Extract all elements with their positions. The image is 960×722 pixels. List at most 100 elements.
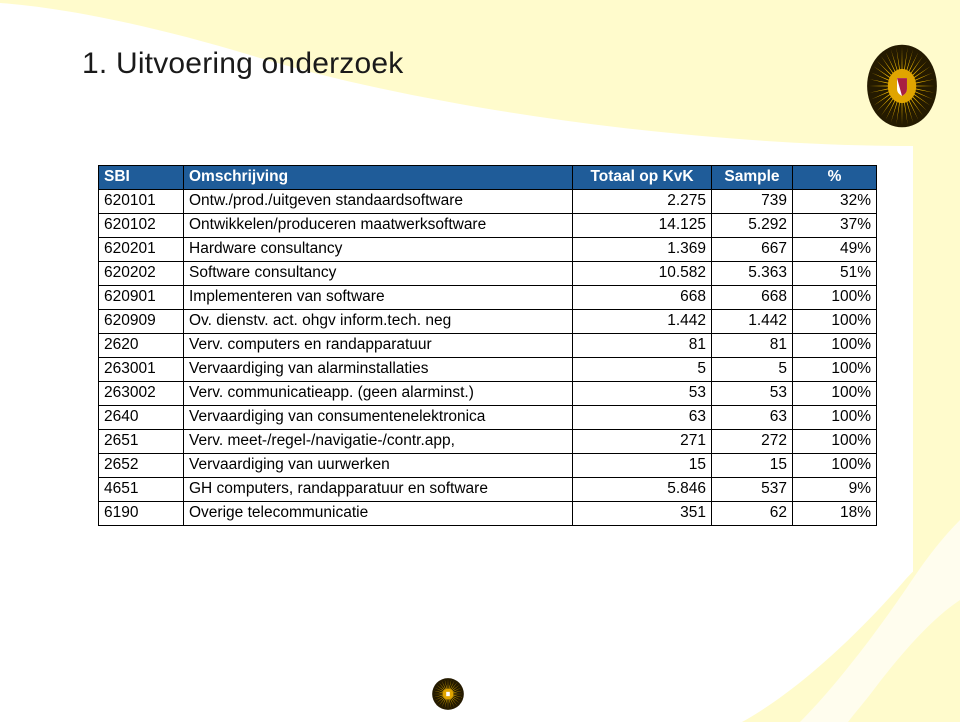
table-row: 6190 Overige telecommunicatie 351 62 18% [98,501,877,526]
cell-sbi: 2620 [98,333,184,358]
cell-description: Overige telecommunicatie [183,501,573,526]
table-row: 620202 Software consultancy 10.582 5.363 51% [98,261,877,286]
cell-total-kvk: 271 [572,429,712,454]
cell-description: Verv. computers en randapparatuur [183,333,573,358]
cell-sample: 15 [711,453,793,478]
cell-sbi: 4651 [98,477,184,502]
table-row: 2640 Vervaardiging van consumentenelektro… [98,405,877,430]
cell-percentage: 32% [792,189,877,214]
cell-sample: 62 [711,501,793,526]
cell-total-kvk: 351 [572,501,712,526]
right-yellow-band [913,146,960,594]
cell-description: Ontwikkelen/produceren maatwerksoftware [183,213,573,238]
column-header-pct: % [792,165,877,190]
sbi-sample-table: SBI Omschrijving Totaal op KvK Sample % … [98,165,877,526]
bottom-yellow-curve [742,542,960,722]
cell-percentage: 100% [792,453,877,478]
utrecht-university-sun-logo [867,44,937,128]
cell-total-kvk: 668 [572,285,712,310]
cell-total-kvk: 15 [572,453,712,478]
table-row: 620201 Hardware consultancy 1.369 667 49% [98,237,877,262]
cell-description: GH computers, randapparatuur en software [183,477,573,502]
table-row: 4651 GH computers, randapparatuur en soft… [98,477,877,502]
cell-sbi: 6190 [98,501,184,526]
cell-sbi: 620102 [98,213,184,238]
table-row: 620102 Ontwikkelen/produceren maatwerksof… [98,213,877,238]
cell-sample: 739 [711,189,793,214]
cell-description: Vervaardiging van alarminstallaties [183,357,573,382]
table-row: 2652 Vervaardiging van uurwerken 15 15 100% [98,453,877,478]
cell-sbi: 620202 [98,261,184,286]
page-title: 1. Uitvoering onderzoek [82,47,404,80]
cell-sbi: 263001 [98,357,184,382]
cell-sbi: 620901 [98,285,184,310]
bottom-yellow-curve-soft [800,520,960,722]
cell-total-kvk: 81 [572,333,712,358]
cell-sbi: 2652 [98,453,184,478]
cell-description: Vervaardiging van consumentenelektronica [183,405,573,430]
cell-sample: 5 [711,357,793,382]
cell-total-kvk: 10.582 [572,261,712,286]
cell-percentage: 100% [792,405,877,430]
utrecht-university-sun-logo-small [432,678,464,710]
cell-percentage: 100% [792,309,877,334]
cell-sample: 1.442 [711,309,793,334]
cell-sbi: 2651 [98,429,184,454]
cell-percentage: 100% [792,285,877,310]
cell-percentage: 100% [792,381,877,406]
cell-sample: 5.292 [711,213,793,238]
column-header-sbi: SBI [98,165,184,190]
table-row: 620909 Ov. dienstv. act. ohgv inform.tech… [98,309,877,334]
table-row: 2620 Verv. computers en randapparatuur 81 8… [98,333,877,358]
slide: 1. Uitvoering onderzoek SBI Omschrijving… [0,0,960,722]
column-header-sample: Sample [711,165,793,190]
cell-total-kvk: 14.125 [572,213,712,238]
cell-description: Verv. meet-/regel-/navigatie-/contr.app, [183,429,573,454]
cell-description: Software consultancy [183,261,573,286]
cell-sample: 63 [711,405,793,430]
cell-sample: 537 [711,477,793,502]
cell-sbi: 263002 [98,381,184,406]
cell-sbi: 620101 [98,189,184,214]
cell-total-kvk: 5 [572,357,712,382]
table-header-row: SBI Omschrijving Totaal op KvK Sample % [98,165,877,190]
cell-percentage: 18% [792,501,877,526]
cell-total-kvk: 63 [572,405,712,430]
table-header: SBI Omschrijving Totaal op KvK Sample % [98,165,877,190]
cell-description: Vervaardiging van uurwerken [183,453,573,478]
table-row: 2651 Verv. meet-/regel-/navigatie-/contr.… [98,429,877,454]
table-row: 620901 Implementeren van software 668 668 10… [98,285,877,310]
cell-sbi: 2640 [98,405,184,430]
cell-sample: 668 [711,285,793,310]
cell-percentage: 49% [792,237,877,262]
cell-sbi: 620201 [98,237,184,262]
cell-percentage: 100% [792,429,877,454]
cell-total-kvk: 1.442 [572,309,712,334]
cell-description: Ov. dienstv. act. ohgv inform.tech. neg [183,309,573,334]
cell-description: Hardware consultancy [183,237,573,262]
cell-sample: 272 [711,429,793,454]
cell-sample: 81 [711,333,793,358]
cell-percentage: 9% [792,477,877,502]
column-header-desc: Omschrijving [183,165,573,190]
cell-percentage: 51% [792,261,877,286]
table-body: 620101 Ontw./prod./uitgeven standaardsoft… [98,189,877,526]
cell-total-kvk: 2.275 [572,189,712,214]
cell-description: Implementeren van software [183,285,573,310]
cell-description: Ontw./prod./uitgeven standaardsoftware [183,189,573,214]
cell-total-kvk: 1.369 [572,237,712,262]
cell-percentage: 37% [792,213,877,238]
cell-description: Verv. communicatieapp. (geen alarminst.) [183,381,573,406]
cell-sample: 53 [711,381,793,406]
table-row: 620101 Ontw./prod./uitgeven standaardsoft… [98,189,877,214]
cell-percentage: 100% [792,333,877,358]
cell-total-kvk: 53 [572,381,712,406]
column-header-total: Totaal op KvK [572,165,712,190]
table-row: 263001 Vervaardiging van alarminstallatie… [98,357,877,382]
cell-total-kvk: 5.846 [572,477,712,502]
table-row: 263002 Verv. communicatieapp. (geen alarm… [98,381,877,406]
cell-percentage: 100% [792,357,877,382]
cell-sample: 667 [711,237,793,262]
cell-sample: 5.363 [711,261,793,286]
table: SBI Omschrijving Totaal op KvK Sample % … [98,165,877,526]
